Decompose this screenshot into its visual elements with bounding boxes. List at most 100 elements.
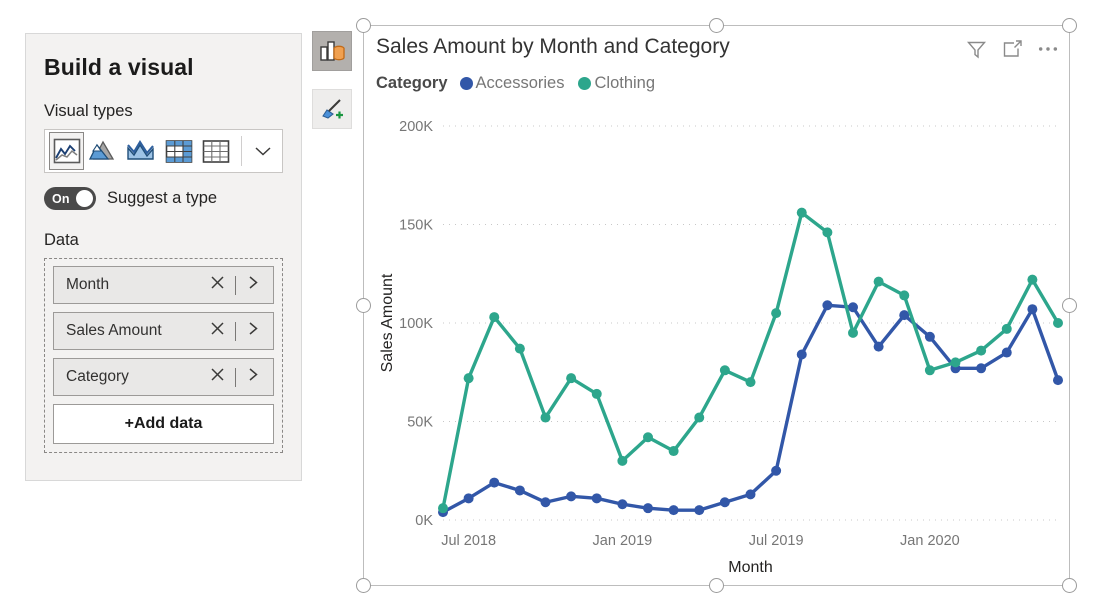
data-point — [899, 310, 910, 321]
visual-type-line-chart[interactable] — [49, 132, 85, 170]
data-field-sales-amount[interactable]: Sales Amount — [53, 312, 274, 350]
chart-plot-area[interactable]: 0K 50K 100K 150K 200K Jul 2018 Jan 2019 Jul 201… — [364, 26, 1069, 585]
resize-handle-top-right[interactable] — [1062, 18, 1077, 33]
data-point — [745, 377, 756, 388]
y-tick-label: 150K — [399, 218, 433, 234]
data-field-category[interactable]: Category — [53, 358, 274, 396]
build-visual-tool-button[interactable] — [312, 31, 352, 71]
close-icon[interactable] — [206, 321, 228, 341]
pill-divider — [235, 321, 236, 341]
visual-types-gallery — [44, 129, 283, 173]
y-tick-label: 200K — [399, 119, 433, 135]
resize-handle-bottom-right[interactable] — [1062, 578, 1077, 593]
resize-handle-middle-right[interactable] — [1062, 298, 1077, 313]
toolbar-divider — [241, 136, 243, 166]
data-point — [719, 365, 730, 376]
data-point — [924, 365, 935, 376]
data-point — [822, 300, 833, 311]
power-bi-editor: Build a visual Visual types On Suggest a… — [0, 0, 1096, 611]
data-point — [617, 499, 628, 510]
data-point — [745, 489, 756, 500]
data-section-label: Data — [44, 231, 79, 249]
data-point — [796, 207, 807, 218]
data-point — [873, 276, 884, 287]
data-point — [1001, 347, 1012, 358]
data-point — [540, 497, 551, 508]
data-point — [540, 412, 551, 423]
data-point — [514, 485, 525, 496]
data-point — [1001, 323, 1012, 334]
close-icon[interactable] — [206, 275, 228, 295]
data-point — [591, 388, 602, 399]
data-point — [566, 491, 577, 502]
data-point — [1027, 274, 1038, 285]
visual-type-line-area-chart[interactable] — [124, 132, 159, 170]
paintbrush-plus-icon — [322, 99, 343, 119]
field-label: Month — [66, 276, 110, 293]
data-point — [668, 446, 679, 457]
resize-handle-top-center[interactable] — [709, 18, 724, 33]
resize-handle-top-left[interactable] — [356, 18, 371, 33]
data-point — [976, 363, 987, 374]
data-point — [694, 505, 705, 516]
data-point — [463, 493, 474, 504]
data-point — [489, 312, 500, 323]
data-point — [617, 455, 628, 466]
toggle-knob — [76, 190, 93, 207]
data-point — [489, 477, 500, 488]
data-point — [771, 308, 782, 319]
suggest-a-type-label: Suggest a type — [107, 189, 218, 207]
resize-handle-bottom-center[interactable] — [709, 578, 724, 593]
data-point — [643, 503, 653, 514]
add-data-button[interactable]: +Add data — [53, 404, 274, 444]
field-label: Category — [66, 368, 129, 385]
line-chart-svg: 0K 50K 100K 150K 200K Jul 2018 Jan 2019 Jul 201… — [379, 119, 1063, 576]
data-point — [771, 465, 782, 476]
data-point — [1053, 375, 1063, 386]
visual-type-area-chart[interactable] — [86, 132, 121, 170]
data-point — [848, 327, 858, 338]
data-point — [694, 412, 705, 423]
data-point — [950, 357, 961, 368]
line-chart-icon — [53, 138, 81, 164]
series-line — [441, 303, 1060, 514]
x-tick-label: Jul 2019 — [749, 533, 804, 549]
data-field-month[interactable]: Month — [53, 266, 274, 304]
chevron-right-icon[interactable] — [243, 321, 263, 341]
chevron-right-icon[interactable] — [243, 275, 263, 295]
chevron-right-icon[interactable] — [243, 367, 263, 387]
data-point — [1053, 318, 1063, 328]
format-visual-tool-button[interactable] — [312, 89, 352, 129]
visual-type-matrix[interactable] — [161, 132, 196, 170]
build-a-visual-pane: Build a visual Visual types On Suggest a… — [25, 33, 302, 481]
x-tick-label: Jul 2018 — [441, 533, 496, 549]
chevron-down-icon — [255, 147, 271, 156]
data-point — [591, 493, 602, 504]
visual-container[interactable]: Sales Amount by Month and Category Categ… — [363, 25, 1070, 586]
pill-divider — [235, 275, 236, 295]
chart-and-data-icon — [320, 41, 345, 61]
y-axis-title: Sales Amount — [379, 273, 396, 372]
close-icon[interactable] — [206, 367, 228, 387]
y-tick-label: 50K — [407, 415, 433, 431]
pane-title: Build a visual — [44, 54, 194, 80]
x-tick-label: Jan 2019 — [593, 533, 653, 549]
series-accessories[interactable] — [438, 300, 1063, 518]
data-point — [463, 373, 474, 384]
data-point — [643, 432, 653, 443]
data-point — [438, 503, 448, 514]
field-label: Sales Amount — [66, 322, 162, 339]
series-line — [441, 210, 1060, 510]
resize-handle-bottom-left[interactable] — [356, 578, 371, 593]
suggest-a-type-toggle[interactable]: On — [44, 187, 96, 210]
data-point — [899, 290, 910, 301]
visual-types-expand-button[interactable] — [247, 132, 279, 170]
data-point — [514, 343, 525, 354]
toggle-state-label: On — [52, 191, 70, 206]
visual-type-table[interactable] — [198, 132, 233, 170]
series-clothing[interactable] — [438, 207, 1063, 514]
resize-handle-middle-left[interactable] — [356, 298, 371, 313]
y-tick-label: 0K — [415, 513, 433, 529]
data-fields-well[interactable]: Month Sales Amount Category +Add data — [44, 258, 283, 453]
data-point — [566, 373, 577, 384]
